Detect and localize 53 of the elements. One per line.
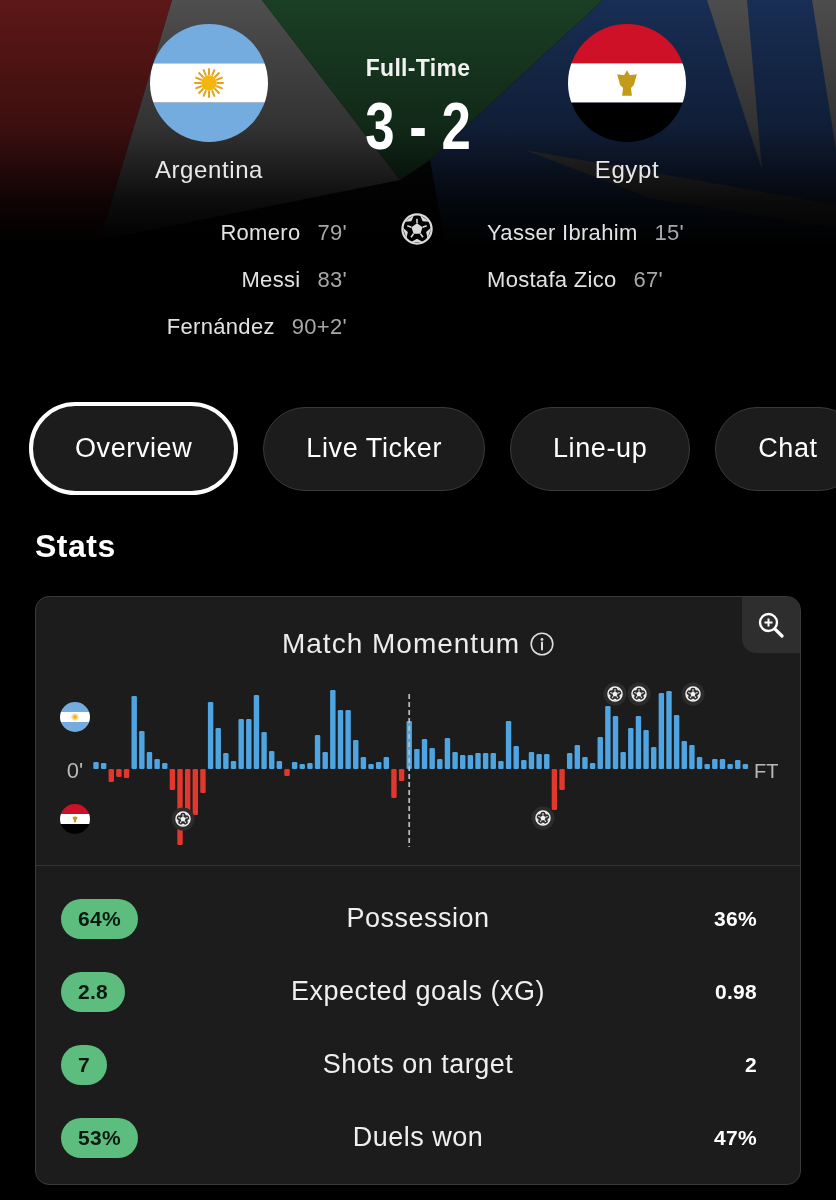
score: 3 - 2: [365, 93, 471, 159]
scorer-name: Yasser Ibrahim: [487, 219, 638, 246]
home-momentum-bar: [544, 754, 550, 769]
stat-label: Possession: [346, 903, 490, 934]
away-momentum-bar: [108, 769, 114, 782]
flag-icon: [150, 24, 268, 142]
away-momentum-bar: [200, 769, 206, 793]
chart-end-label: FT: [754, 760, 779, 782]
tab[interactable]: Live Ticker: [263, 406, 485, 491]
soccer-ball-icon: [171, 807, 195, 831]
soccer-ball-icon: [627, 682, 651, 706]
tab[interactable]: Chat: [715, 406, 836, 491]
chart-title: Match Momentum: [281, 628, 521, 660]
home-momentum-bar: [162, 763, 168, 769]
flag-icon: [568, 24, 686, 142]
soccer-ball-icon: [681, 682, 705, 706]
home-stat-value: 2.8: [61, 971, 126, 1012]
goal-minute: 83': [317, 266, 347, 293]
stat-label: Shots on target: [322, 1049, 514, 1080]
flag-icon: [60, 804, 90, 834]
zoom-in-icon: [758, 612, 784, 638]
stat-label: Expected goals (xG): [290, 976, 546, 1007]
scorer-name: Romero: [220, 219, 301, 246]
away-stat-value: 47%: [714, 1125, 757, 1150]
chart-start-label: 0': [66, 760, 84, 782]
goal-minute: 15': [654, 219, 685, 246]
team-name: Egypt: [594, 156, 660, 184]
section-heading: Stats: [35, 527, 116, 566]
soccer-ball-icon: [401, 213, 433, 245]
away-momentum-bar: [284, 769, 290, 776]
scorer-name: Mostafa Zico: [487, 266, 617, 293]
info-icon[interactable]: [530, 632, 555, 656]
soccer-ball-icon: [603, 682, 627, 706]
away-stat-value: 36%: [714, 906, 757, 931]
home-stat-value: 64%: [61, 898, 138, 939]
away-stat-value: 0.98: [714, 979, 757, 1004]
soccer-ball-icon: [531, 806, 555, 830]
tab[interactable]: Overview: [29, 402, 239, 495]
scorer-name: Messi: [241, 266, 301, 293]
team-name: Argentina: [154, 156, 264, 184]
home-stat-value: 7: [61, 1044, 107, 1085]
scorer-name: Fernández: [166, 313, 275, 340]
goal-minute: 67': [633, 266, 664, 293]
match-status: Full-Time: [365, 55, 471, 81]
zoom-button[interactable]: [742, 597, 800, 653]
goal-minute: 90+2': [291, 313, 347, 340]
goal-minute: 79': [317, 219, 347, 246]
home-stat-value: 53%: [61, 1117, 138, 1158]
home-momentum-bar: [406, 721, 412, 769]
flag-icon: [60, 702, 90, 732]
tab[interactable]: Line-up: [510, 406, 691, 491]
stat-label: Duels won: [352, 1122, 484, 1153]
away-stat-value: 2: [745, 1052, 757, 1077]
